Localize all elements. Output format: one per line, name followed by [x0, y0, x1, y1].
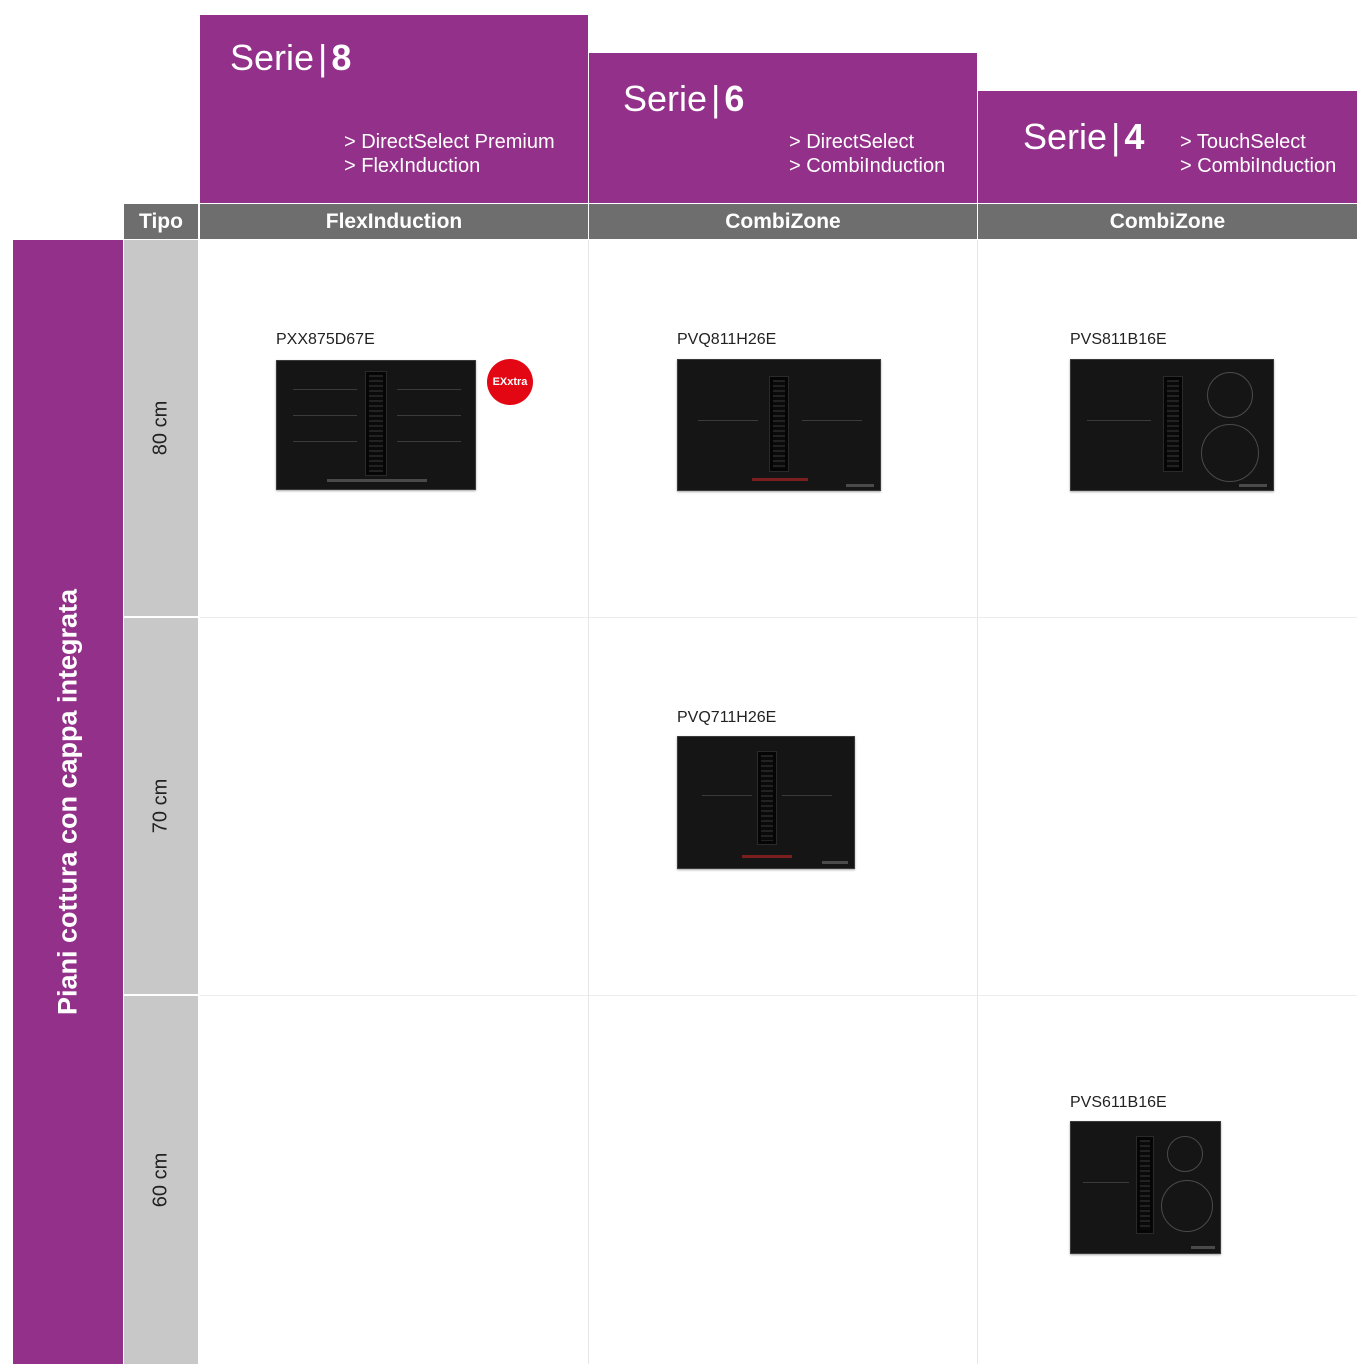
zone-line — [293, 441, 357, 442]
cooking-ring — [1161, 1180, 1213, 1232]
zone-line — [397, 389, 461, 390]
product-image-pvq711h26e[interactable] — [677, 736, 855, 869]
serie-4-header: Serie | 4 > TouchSelect > CombiInduction — [978, 91, 1357, 203]
feature-item: > DirectSelect — [789, 131, 915, 153]
category-label: Piani cottura con cappa integrata — [52, 588, 83, 1016]
control-panel — [822, 861, 848, 864]
zone-line — [802, 420, 862, 421]
tipo-header: Tipo — [124, 204, 198, 239]
serie-8-features: > DirectSelect Premium > FlexInduction — [344, 130, 555, 178]
zone-line — [397, 441, 461, 442]
type-header-serie-6: CombiZone — [589, 204, 977, 239]
product-image-pvq811h26e[interactable] — [677, 359, 881, 491]
vent-slot — [1163, 376, 1183, 472]
product-label-pvq811h26e[interactable]: PVQ811H26E — [677, 331, 776, 349]
zone-line — [1083, 1182, 1129, 1183]
exxtra-badge: EXxtra — [487, 359, 533, 405]
serie-8-title: Serie | 8 — [230, 37, 352, 78]
product-label-pvq711h26e[interactable]: PVQ711H26E — [677, 709, 776, 727]
vent-slot — [769, 376, 789, 472]
product-image-pvs811b16e[interactable] — [1070, 359, 1274, 491]
zone-line — [397, 415, 461, 416]
serie-6-header: Serie | 6 > DirectSelect > CombiInduction — [589, 53, 977, 203]
grid-divider — [588, 240, 589, 1364]
grid-divider — [200, 617, 1357, 618]
serie-8-header: Serie | 8 > DirectSelect Premium > FlexInd… — [200, 15, 588, 203]
product-image-pxx875d67e[interactable] — [276, 360, 476, 490]
size-cell-80: 80 cm — [124, 240, 198, 616]
size-label-70: 70 cm — [149, 778, 172, 834]
type-header-serie-4: CombiZone — [978, 204, 1357, 239]
type-header-serie-8: FlexInduction — [200, 204, 588, 239]
product-label-pvs811b16e[interactable]: PVS811B16E — [1070, 331, 1167, 349]
control-panel — [846, 484, 874, 487]
serie-6-title: Serie | 6 — [623, 78, 745, 119]
zone-line — [1087, 420, 1151, 421]
product-label-pvs611b16e[interactable]: PVS611B16E — [1070, 1094, 1167, 1112]
control-panel — [1191, 1246, 1215, 1249]
product-label-pxx875d67e[interactable]: PXX875D67E — [276, 331, 375, 349]
control-panel — [742, 855, 792, 858]
zone-line — [698, 420, 758, 421]
size-cell-60: 60 cm — [124, 996, 198, 1364]
zone-line — [782, 795, 832, 796]
feature-item: > FlexInduction — [344, 155, 481, 177]
grid-divider — [200, 995, 1357, 996]
category-column: Piani cottura con cappa integrata — [13, 240, 123, 1364]
feature-item: > CombiInduction — [789, 155, 946, 177]
serie-4-features: > TouchSelect > CombiInduction — [1180, 130, 1336, 178]
feature-item: > TouchSelect — [1180, 131, 1306, 153]
zone-line — [293, 415, 357, 416]
size-label-80: 80 cm — [149, 400, 172, 456]
grid-divider — [977, 240, 978, 1364]
vent-slot — [365, 371, 387, 476]
cooking-ring — [1201, 424, 1259, 482]
serie-6-features: > DirectSelect > CombiInduction — [789, 130, 945, 178]
control-panel — [1239, 484, 1267, 487]
zone-line — [293, 389, 357, 390]
control-panel — [752, 478, 808, 481]
zone-line — [702, 795, 752, 796]
cooking-ring — [1167, 1136, 1203, 1172]
vent-slot — [1136, 1136, 1154, 1234]
vent-slot — [757, 751, 777, 845]
serie-4-title: Serie | 4 — [1023, 116, 1145, 157]
size-label-60: 60 cm — [149, 1152, 172, 1208]
cooking-ring — [1207, 372, 1253, 418]
size-cell-70: 70 cm — [124, 618, 198, 994]
feature-item: > CombiInduction — [1180, 155, 1337, 177]
control-panel — [327, 479, 427, 482]
product-image-pvs611b16e[interactable] — [1070, 1121, 1221, 1254]
feature-item: > DirectSelect Premium — [344, 131, 555, 153]
